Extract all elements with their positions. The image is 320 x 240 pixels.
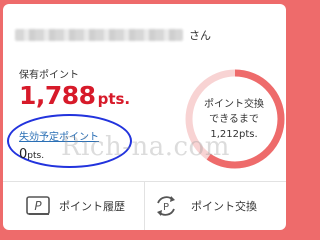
- svg-text:P: P: [163, 202, 169, 213]
- masked-user-name: [15, 29, 183, 41]
- p-cycle-icon: P: [157, 196, 175, 216]
- owned-points: 1,788 pts.: [19, 81, 130, 110]
- svg-text:P: P: [34, 199, 42, 213]
- ring-line1: ポイント交換: [204, 99, 264, 110]
- owned-points-unit: pts.: [97, 90, 131, 108]
- point-exchange-label: ポイント交換: [191, 200, 257, 213]
- watermark: Rich-na.com: [61, 132, 230, 162]
- point-history-label: ポイント履歴: [59, 200, 125, 213]
- point-history-button[interactable]: P ポイント履歴: [3, 182, 144, 230]
- ring-line2: できるまで: [209, 114, 259, 125]
- owned-points-label: 保有ポイント: [19, 70, 79, 81]
- expiring-points-unit: pts.: [27, 151, 45, 161]
- honorific: さん: [189, 29, 211, 42]
- point-exchange-button[interactable]: P ポイント交換: [145, 182, 286, 230]
- expiring-points: 0pts.: [19, 147, 44, 162]
- user-name-row: さん: [15, 28, 265, 42]
- point-card: さん 保有ポイント 1,788 pts. 失効予定ポイント 0pts. ポイント交…: [3, 4, 286, 230]
- owned-points-value: 1,788: [19, 81, 96, 110]
- p-card-icon: P: [26, 196, 50, 215]
